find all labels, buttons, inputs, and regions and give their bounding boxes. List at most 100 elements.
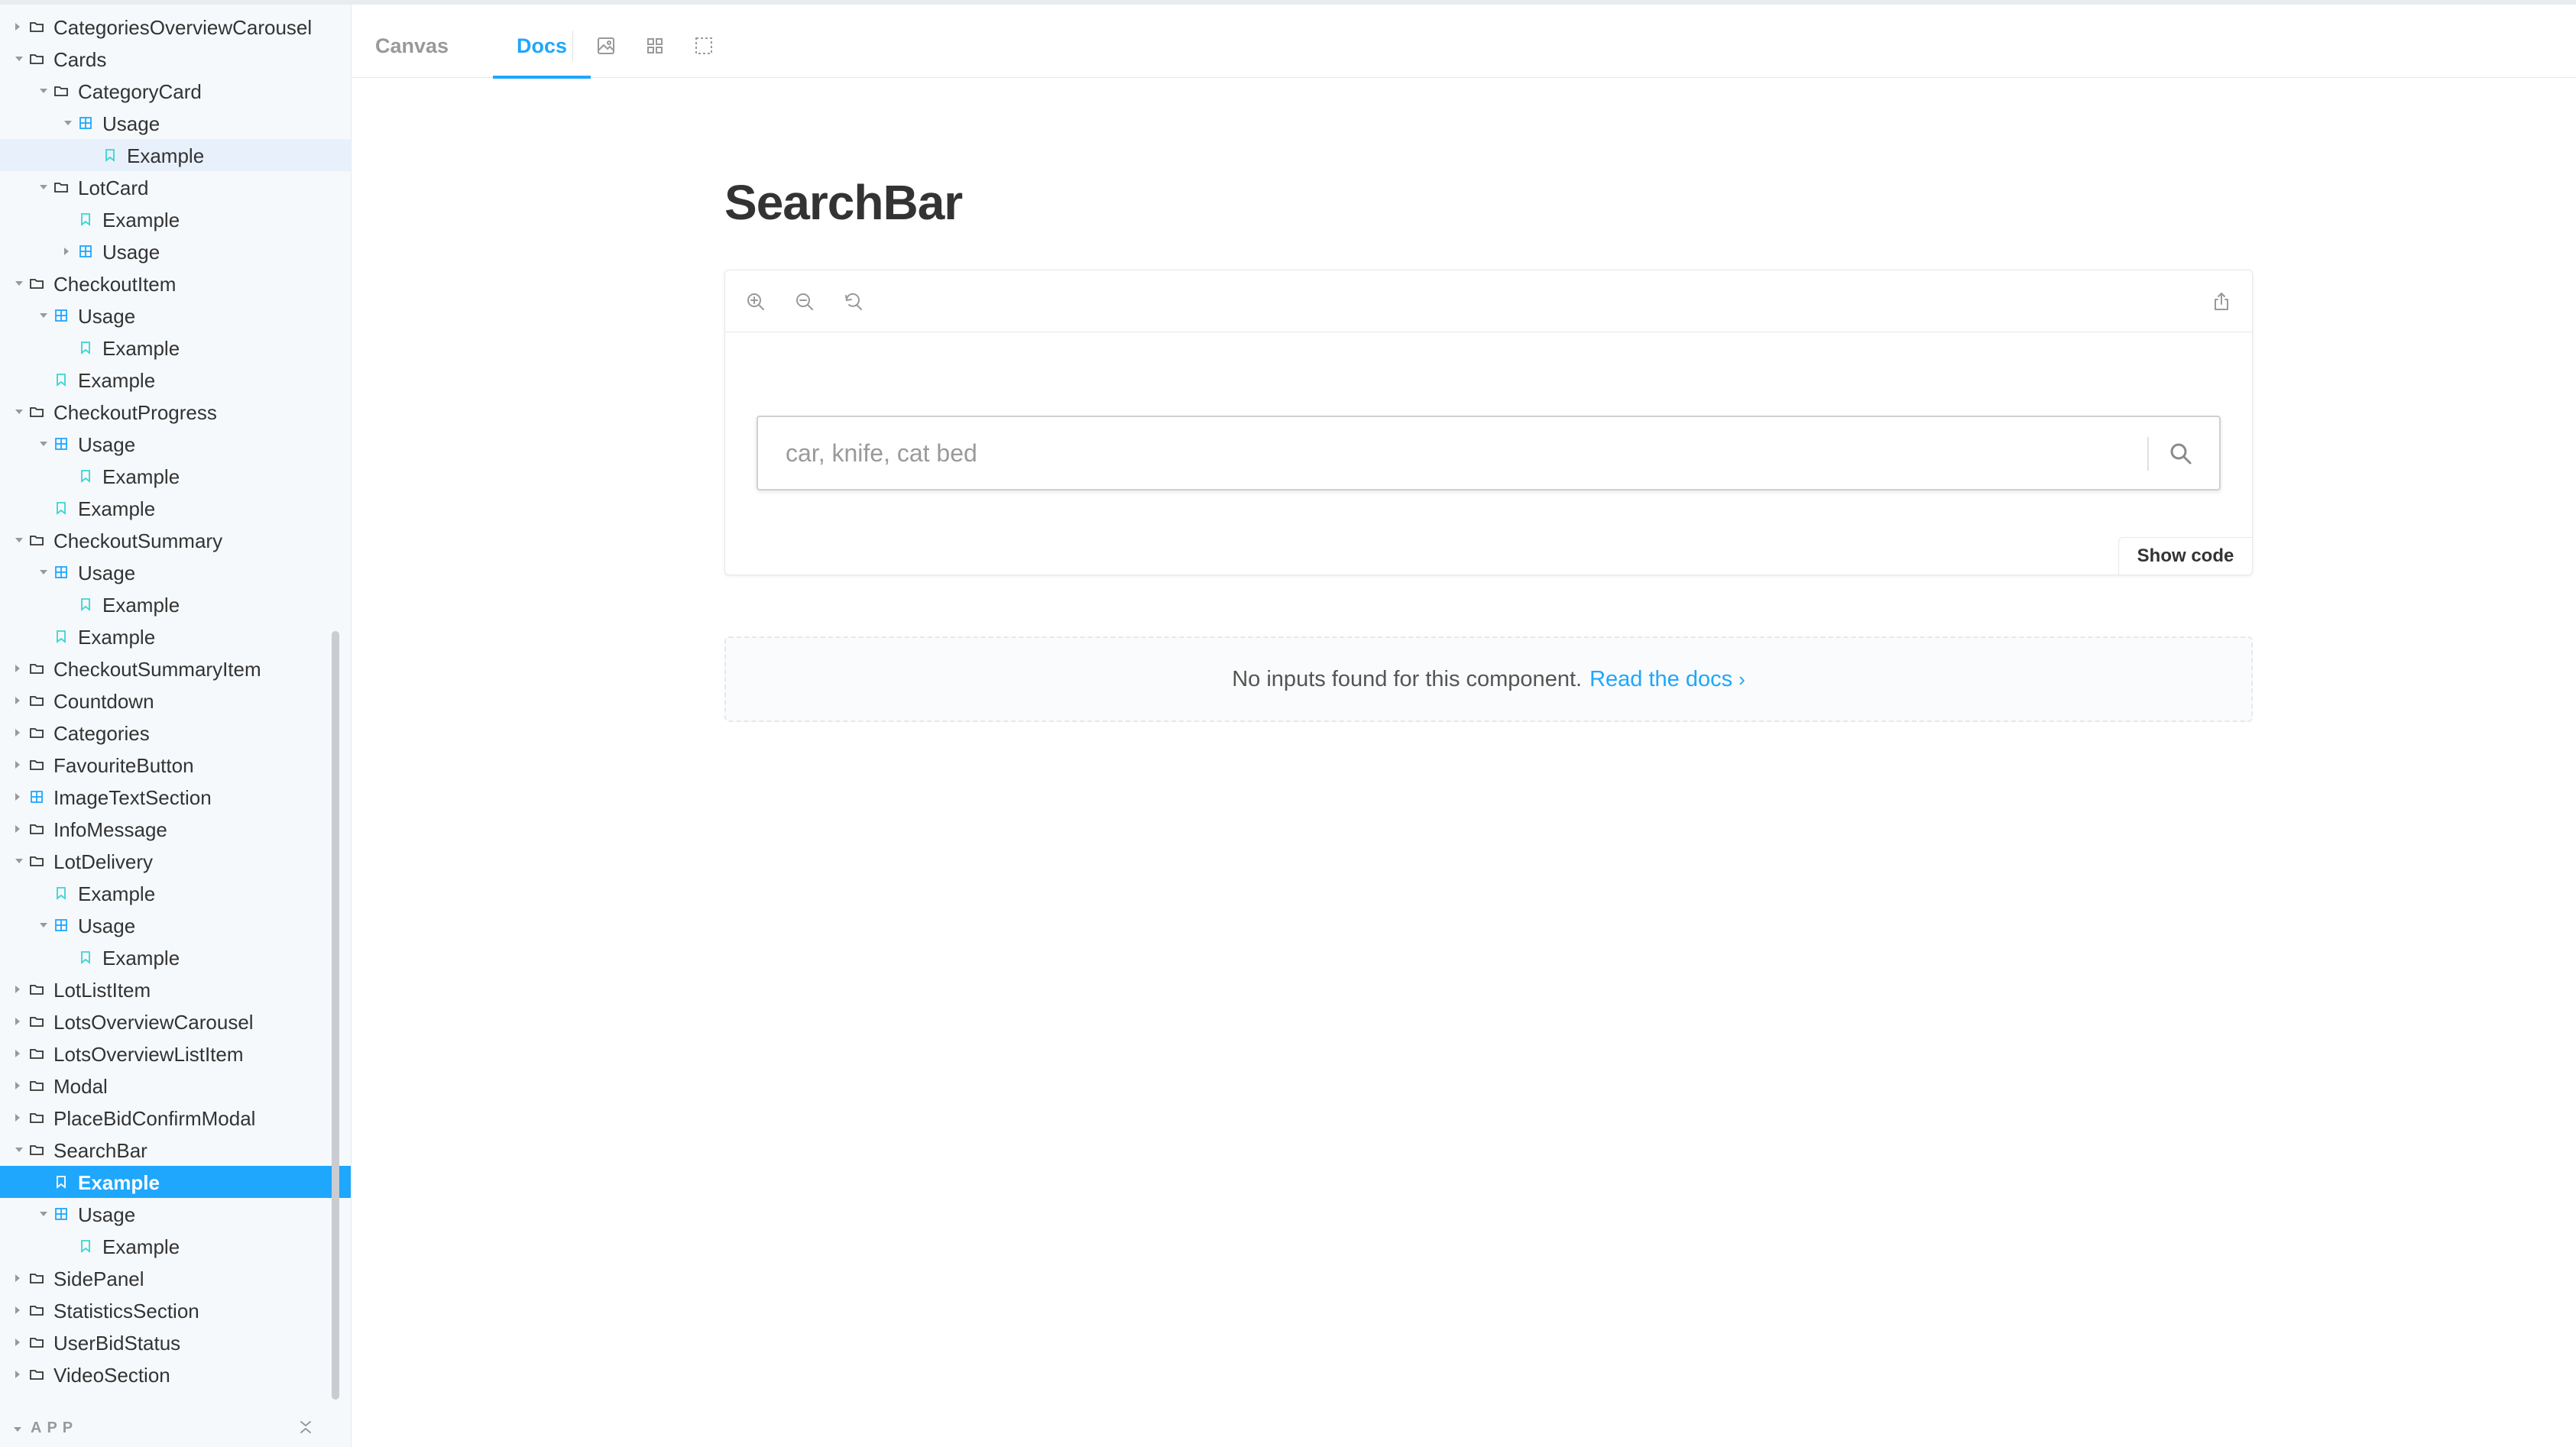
tree-item-example[interactable]: Example (0, 1166, 351, 1198)
tree-item-label: Usage (78, 914, 136, 937)
tree-item-example[interactable]: Example (0, 877, 351, 909)
tree-item-lotsoverviewlistitem[interactable]: LotsOverviewListItem (0, 1038, 351, 1070)
tree-item-example[interactable]: Example (0, 139, 351, 171)
tree-item-checkoutsummary[interactable]: CheckoutSummary (0, 524, 351, 556)
tree-item-statisticssection[interactable]: StatisticsSection (0, 1294, 351, 1326)
tree-item-usage[interactable]: Usage (0, 909, 351, 941)
tree-item-label: Example (102, 1235, 180, 1258)
share-icon[interactable] (2211, 291, 2232, 312)
folder-icon (29, 821, 44, 837)
tab-docs[interactable]: Docs (493, 14, 591, 79)
tree-item-checkoutprogress[interactable]: CheckoutProgress (0, 396, 351, 428)
tree-item-label: LotListItem (53, 979, 151, 1002)
tree-item-label: Usage (78, 562, 136, 584)
tree-item-label: CheckoutProgress (53, 401, 217, 424)
tree-item-example[interactable]: Example (0, 203, 351, 235)
zoom-out-icon[interactable] (794, 291, 815, 312)
tree-item-modal[interactable]: Modal (0, 1070, 351, 1102)
search-input[interactable] (758, 417, 2149, 489)
tree-item-label: SearchBar (53, 1139, 147, 1162)
tree-item-favouritebutton[interactable]: FavouriteButton (0, 749, 351, 781)
preview-bar (725, 270, 2252, 332)
tab-canvas[interactable]: Canvas (375, 14, 449, 78)
component-icon (53, 308, 69, 323)
bookmark-icon (78, 950, 93, 965)
tree-item-usage[interactable]: Usage (0, 107, 351, 139)
tree-item-example[interactable]: Example (0, 588, 351, 620)
tree-item-example[interactable]: Example (0, 1230, 351, 1262)
folder-icon (29, 276, 44, 291)
tree-item-lotcard[interactable]: LotCard (0, 171, 351, 203)
tree-item-userbidstatus[interactable]: UserBidStatus (0, 1326, 351, 1358)
tree-item-label: CheckoutSummary (53, 529, 223, 552)
tree-item-label: LotsOverviewListItem (53, 1043, 244, 1066)
tree-item-label: StatisticsSection (53, 1300, 199, 1322)
folder-icon (29, 404, 44, 419)
tree-item-label: LotsOverviewCarousel (53, 1011, 254, 1034)
tree-item-usage[interactable]: Usage (0, 556, 351, 588)
chevron-right-icon (15, 23, 20, 31)
image-background-icon[interactable] (595, 35, 617, 57)
tree-item-searchbar[interactable]: SearchBar (0, 1134, 351, 1166)
bookmark-icon (102, 147, 118, 163)
sidebar-scrollbar[interactable] (332, 631, 339, 1400)
component-icon (78, 244, 93, 259)
search-icon[interactable] (2161, 434, 2201, 474)
sidebar-section-app[interactable]: APP (0, 1415, 351, 1445)
tree-item-usage[interactable]: Usage (0, 299, 351, 332)
tree-item-example[interactable]: Example (0, 492, 351, 524)
outline-icon[interactable] (693, 35, 714, 57)
folder-icon (29, 853, 44, 869)
tree-item-videosection[interactable]: VideoSection (0, 1358, 351, 1390)
tree-item-cards[interactable]: Cards (0, 43, 351, 75)
tree-item-label: Usage (78, 305, 136, 328)
tree-item-label: LotCard (78, 176, 149, 199)
chevron-right-icon (15, 793, 20, 801)
collapse-all-icon[interactable] (296, 1418, 315, 1436)
read-docs-link[interactable]: Read the docs (1589, 667, 1732, 692)
tree-item-label: Example (78, 1171, 160, 1194)
tree-item-label: Modal (53, 1075, 108, 1098)
tree-item-categories[interactable]: Categories (0, 717, 351, 749)
bookmark-icon (53, 372, 69, 387)
grid-icon[interactable] (644, 35, 666, 57)
zoom-reset-icon[interactable] (843, 291, 864, 312)
chevron-right-icon (15, 825, 20, 833)
tree-item-label: Example (102, 465, 180, 488)
tree-item-usage[interactable]: Usage (0, 428, 351, 460)
tree-item-usage[interactable]: Usage (0, 1198, 351, 1230)
sidebar: CategoriesOverviewCarousel Cards CategoryC… (0, 5, 352, 1447)
tree-item-checkoutsummaryitem[interactable]: CheckoutSummaryItem (0, 652, 351, 685)
tree-item-checkoutitem[interactable]: CheckoutItem (0, 267, 351, 299)
bookmark-icon (53, 1174, 69, 1190)
tree-item-lotlistitem[interactable]: LotListItem (0, 973, 351, 1005)
tree-item-lotsoverviewcarousel[interactable]: LotsOverviewCarousel (0, 1005, 351, 1038)
show-code-button[interactable]: Show code (2118, 537, 2253, 575)
tree-item-label: Example (102, 209, 180, 231)
tree-item-example[interactable]: Example (0, 460, 351, 492)
tree-item-placebidconfirmmodal[interactable]: PlaceBidConfirmModal (0, 1102, 351, 1134)
tree-item-usage[interactable]: Usage (0, 235, 351, 267)
tree-item-countdown[interactable]: Countdown (0, 685, 351, 717)
tree-item-example[interactable]: Example (0, 332, 351, 364)
tree-item-categoriesoverviewcarousel[interactable]: CategoriesOverviewCarousel (0, 11, 351, 43)
tree-item-example[interactable]: Example (0, 364, 351, 396)
tree-item-example[interactable]: Example (0, 941, 351, 973)
tree-item-sidepanel[interactable]: SidePanel (0, 1262, 351, 1294)
bookmark-icon (78, 1238, 93, 1254)
tree-item-imagetextsection[interactable]: ImageTextSection (0, 781, 351, 813)
tree-item-infomessage[interactable]: InfoMessage (0, 813, 351, 845)
chevron-right-icon (15, 665, 20, 672)
bookmark-icon (53, 500, 69, 516)
toolbar-divider (572, 31, 573, 61)
zoom-in-icon[interactable] (745, 291, 766, 312)
folder-icon (29, 1110, 44, 1125)
tree-item-label: PlaceBidConfirmModal (53, 1107, 256, 1130)
folder-icon (29, 1335, 44, 1350)
tree-item-lotdelivery[interactable]: LotDelivery (0, 845, 351, 877)
tree-item-label: ImageTextSection (53, 786, 212, 809)
chevron-down-icon (40, 313, 47, 318)
tree-item-example[interactable]: Example (0, 620, 351, 652)
tree-item-categorycard[interactable]: CategoryCard (0, 75, 351, 107)
tree-item-label: LotDelivery (53, 850, 154, 873)
